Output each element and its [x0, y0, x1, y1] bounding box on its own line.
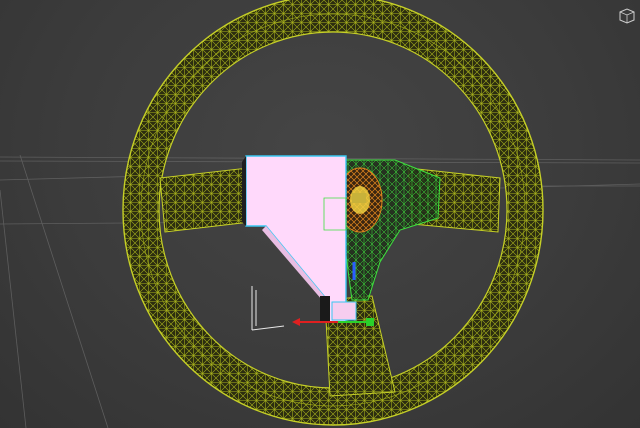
- viewport-perspective[interactable]: [0, 0, 640, 428]
- steering-wheel-left-spoke[interactable]: [159, 167, 251, 233]
- viewcube-icon[interactable]: [618, 8, 636, 26]
- viewport-canvas[interactable]: [0, 0, 640, 428]
